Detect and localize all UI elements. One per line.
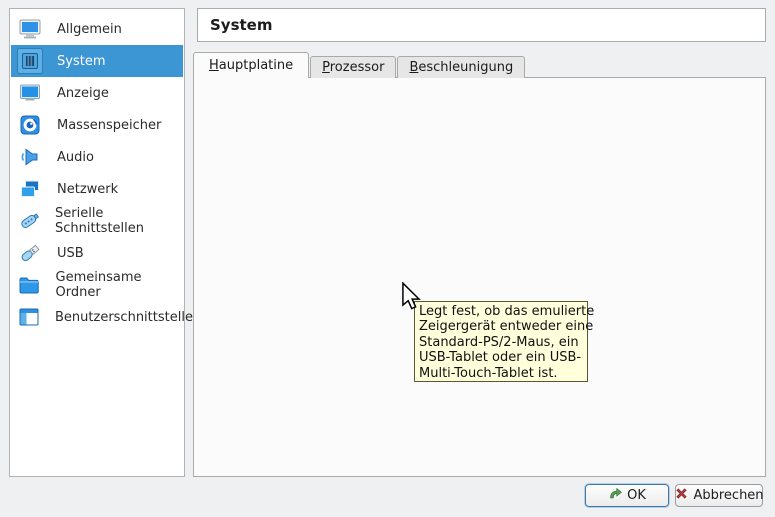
sidebar-item-label: Netzwerk: [57, 182, 118, 197]
pointing-device-tooltip: Legt fest, ob das emulierte Zeigergerät …: [414, 301, 588, 382]
sidebar-item-label: Benutzerschnittstelle: [55, 310, 193, 325]
tab-hauptplatine[interactable]: Hauptplatine: [193, 52, 309, 78]
sidebar-item-system[interactable]: System: [11, 45, 183, 77]
page-title: System: [198, 9, 765, 41]
page-header: System: [197, 8, 766, 42]
mouse-cursor-icon: [398, 282, 424, 316]
usb-icon: [17, 240, 43, 266]
sidebar-item-label: USB: [57, 246, 84, 261]
sidebar-item-label: Anzeige: [57, 86, 109, 101]
sidebar-item-benutzerschnittstelle[interactable]: Benutzerschnittstelle: [11, 301, 183, 333]
tab-prozessor[interactable]: Prozessor: [310, 56, 396, 78]
folder-icon: [17, 272, 42, 298]
speaker-icon: [17, 144, 43, 170]
serial-port-icon: [17, 208, 41, 234]
tab-bar: Hauptplatine Prozessor Beschleunigung: [193, 53, 525, 78]
sidebar-item-label: Gemeinsame Ordner: [56, 270, 184, 300]
harddisk-icon: [17, 112, 43, 138]
monitor-icon: [17, 80, 43, 106]
cancel-button-label: Abbrechen: [693, 488, 763, 503]
sidebar-item-usb[interactable]: USB: [11, 237, 183, 269]
cancel-button[interactable]: Abbrechen: [675, 484, 763, 507]
sidebar-item-netzwerk[interactable]: Netzwerk: [11, 173, 183, 205]
sidebar-item-label: Serielle Schnittstellen: [55, 206, 183, 236]
sidebar-item-label: Audio: [57, 150, 94, 165]
vm-settings-dialog: Allgemein System Anzeige Massenspeicher …: [0, 0, 775, 517]
sidebar-item-audio[interactable]: Audio: [11, 141, 183, 173]
sidebar-item-label: Allgemein: [57, 22, 122, 37]
chip-icon: [17, 48, 43, 74]
sidebar-item-gemeinsame-ordner[interactable]: Gemeinsame Ordner: [11, 269, 183, 301]
tab-beschleunigung[interactable]: Beschleunigung: [397, 56, 525, 78]
tab-content-hauptplatine: [193, 77, 766, 477]
general-display-icon: [17, 16, 43, 42]
cancel-x-icon: [674, 486, 689, 505]
window-ui-icon: [17, 304, 41, 330]
sidebar-item-label: System: [57, 54, 105, 69]
ok-arrow-icon: [608, 486, 623, 505]
sidebar-item-allgemein[interactable]: Allgemein: [11, 13, 183, 45]
network-icon: [17, 176, 43, 202]
ok-button-label: OK: [627, 488, 646, 503]
sidebar-item-anzeige[interactable]: Anzeige: [11, 77, 183, 109]
sidebar-item-massenspeicher[interactable]: Massenspeicher: [11, 109, 183, 141]
sidebar-item-serielle-schnittstellen[interactable]: Serielle Schnittstellen: [11, 205, 183, 237]
settings-category-sidebar: Allgemein System Anzeige Massenspeicher …: [9, 8, 185, 477]
sidebar-item-label: Massenspeicher: [57, 118, 161, 133]
ok-button[interactable]: OK: [585, 484, 669, 507]
